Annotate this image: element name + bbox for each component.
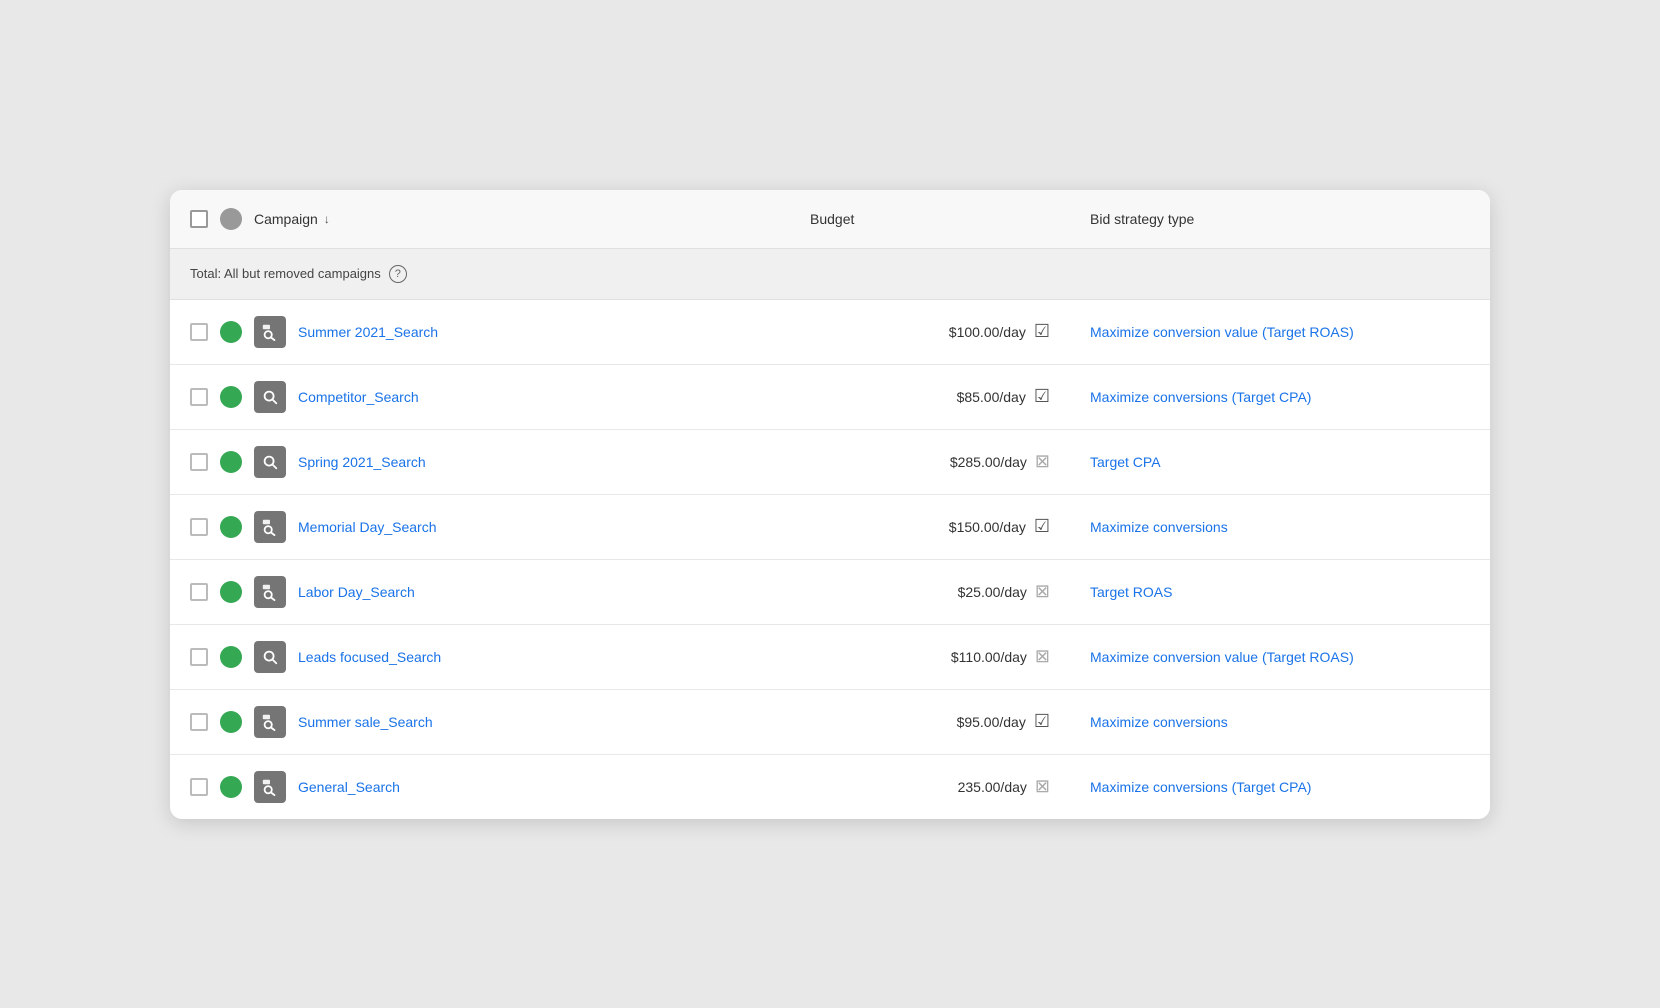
sort-arrow-icon[interactable]: ↓ xyxy=(324,212,330,226)
table-header-row: Campaign ↓ Budget Bid strategy type xyxy=(170,190,1490,249)
table-row: General_Search 235.00/day ⊠ Maximize con… xyxy=(170,754,1490,819)
campaign-name-link-5[interactable]: Leads focused_Search xyxy=(298,649,441,665)
budget-cell-7: 235.00/day ⊠ xyxy=(790,754,1070,819)
budget-envelope-icon-4[interactable]: ⊠ xyxy=(1035,581,1050,602)
campaign-icon xyxy=(254,511,286,543)
bid-strategy-cell-7[interactable]: Maximize conversions (Target CPA) xyxy=(1070,754,1490,819)
campaign-name-link-2[interactable]: Spring 2021_Search xyxy=(298,454,426,470)
status-dot-0 xyxy=(220,321,242,343)
table-row: Memorial Day_Search $150.00/day ☑ Maximi… xyxy=(170,494,1490,559)
campaign-icon xyxy=(254,381,286,413)
budget-amount-1: $85.00/day xyxy=(957,389,1026,405)
budget-cell-6: $95.00/day ☑ xyxy=(790,689,1070,754)
budget-cell-4: $25.00/day ⊠ xyxy=(790,559,1070,624)
bid-strategy-cell-0[interactable]: Maximize conversion value (Target ROAS) xyxy=(1070,299,1490,364)
bid-strategy-header-label: Bid strategy type xyxy=(1090,211,1194,227)
row-checkbox-0[interactable] xyxy=(190,323,208,341)
row-checkbox-5[interactable] xyxy=(190,648,208,666)
select-all-checkbox[interactable] xyxy=(190,210,208,228)
budget-amount-4: $25.00/day xyxy=(958,584,1027,600)
campaign-name-link-7[interactable]: General_Search xyxy=(298,779,400,795)
budget-envelope-icon-6[interactable]: ☑ xyxy=(1034,711,1050,732)
status-dot-5 xyxy=(220,646,242,668)
total-row-label: Total: All but removed campaigns xyxy=(190,266,381,281)
budget-amount-5: $110.00/day xyxy=(951,649,1027,665)
table-row: Labor Day_Search $25.00/day ⊠ Target ROA… xyxy=(170,559,1490,624)
campaign-cell-3: Memorial Day_Search xyxy=(170,494,790,559)
row-checkbox-6[interactable] xyxy=(190,713,208,731)
campaign-icon xyxy=(254,316,286,348)
campaign-header-label[interactable]: Campaign ↓ xyxy=(254,211,330,227)
status-filter-dot[interactable] xyxy=(220,208,242,230)
campaign-name-link-0[interactable]: Summer 2021_Search xyxy=(298,324,438,340)
campaign-icon xyxy=(254,576,286,608)
campaign-icon xyxy=(254,706,286,738)
campaign-cell-0: Summer 2021_Search xyxy=(170,299,790,364)
bid-strategy-column-header: Bid strategy type xyxy=(1070,190,1490,249)
campaign-name-link-4[interactable]: Labor Day_Search xyxy=(298,584,415,600)
status-dot-1 xyxy=(220,386,242,408)
campaign-icon xyxy=(254,771,286,803)
budget-amount-2: $285.00/day xyxy=(950,454,1027,470)
budget-envelope-icon-5[interactable]: ⊠ xyxy=(1035,646,1050,667)
budget-cell-3: $150.00/day ☑ xyxy=(790,494,1070,559)
campaign-column-header: Campaign ↓ xyxy=(170,190,790,249)
budget-cell-5: $110.00/day ⊠ xyxy=(790,624,1070,689)
campaign-name-link-1[interactable]: Competitor_Search xyxy=(298,389,419,405)
campaign-cell-1: Competitor_Search xyxy=(170,364,790,429)
budget-header-label: Budget xyxy=(810,211,854,227)
bid-strategy-cell-3[interactable]: Maximize conversions xyxy=(1070,494,1490,559)
total-row-cell: Total: All but removed campaigns ? xyxy=(170,248,1490,299)
row-checkbox-2[interactable] xyxy=(190,453,208,471)
status-dot-7 xyxy=(220,776,242,798)
bid-strategy-cell-1[interactable]: Maximize conversions (Target CPA) xyxy=(1070,364,1490,429)
bid-strategy-cell-4[interactable]: Target ROAS xyxy=(1070,559,1490,624)
budget-amount-0: $100.00/day xyxy=(949,324,1026,340)
budget-envelope-icon-3[interactable]: ☑ xyxy=(1034,516,1050,537)
row-checkbox-4[interactable] xyxy=(190,583,208,601)
budget-envelope-icon-7[interactable]: ⊠ xyxy=(1035,776,1050,797)
help-icon[interactable]: ? xyxy=(389,265,407,283)
table-row: Summer 2021_Search $100.00/day ☑ Maximiz… xyxy=(170,299,1490,364)
budget-envelope-icon-2[interactable]: ⊠ xyxy=(1035,451,1050,472)
campaign-cell-2: Spring 2021_Search xyxy=(170,429,790,494)
bid-strategy-cell-2[interactable]: Target CPA xyxy=(1070,429,1490,494)
table-row: Spring 2021_Search $285.00/day ⊠ Target … xyxy=(170,429,1490,494)
table-row: Leads focused_Search $110.00/day ⊠ Maxim… xyxy=(170,624,1490,689)
status-dot-2 xyxy=(220,451,242,473)
budget-column-header: Budget xyxy=(790,190,1070,249)
budget-cell-2: $285.00/day ⊠ xyxy=(790,429,1070,494)
budget-cell-0: $100.00/day ☑ xyxy=(790,299,1070,364)
campaign-cell-6: Summer sale_Search xyxy=(170,689,790,754)
campaign-icon xyxy=(254,641,286,673)
row-checkbox-3[interactable] xyxy=(190,518,208,536)
budget-amount-7: 235.00/day xyxy=(958,779,1027,795)
campaign-cell-4: Labor Day_Search xyxy=(170,559,790,624)
campaign-label-text: Campaign xyxy=(254,211,318,227)
budget-amount-6: $95.00/day xyxy=(957,714,1026,730)
campaign-cell-5: Leads focused_Search xyxy=(170,624,790,689)
row-checkbox-1[interactable] xyxy=(190,388,208,406)
campaign-icon xyxy=(254,446,286,478)
campaign-name-link-3[interactable]: Memorial Day_Search xyxy=(298,519,437,535)
status-dot-3 xyxy=(220,516,242,538)
budget-envelope-icon-1[interactable]: ☑ xyxy=(1034,386,1050,407)
status-dot-4 xyxy=(220,581,242,603)
bid-strategy-cell-6[interactable]: Maximize conversions xyxy=(1070,689,1490,754)
budget-amount-3: $150.00/day xyxy=(949,519,1026,535)
campaign-name-link-6[interactable]: Summer sale_Search xyxy=(298,714,433,730)
budget-cell-1: $85.00/day ☑ xyxy=(790,364,1070,429)
total-row: Total: All but removed campaigns ? xyxy=(170,248,1490,299)
table-row: Summer sale_Search $95.00/day ☑ Maximize… xyxy=(170,689,1490,754)
bid-strategy-cell-5[interactable]: Maximize conversion value (Target ROAS) xyxy=(1070,624,1490,689)
campaigns-table-container: Campaign ↓ Budget Bid strategy type xyxy=(170,190,1490,819)
row-checkbox-7[interactable] xyxy=(190,778,208,796)
status-dot-6 xyxy=(220,711,242,733)
budget-envelope-icon-0[interactable]: ☑ xyxy=(1034,321,1050,342)
table-row: Competitor_Search $85.00/day ☑ Maximize … xyxy=(170,364,1490,429)
campaign-cell-7: General_Search xyxy=(170,754,790,819)
campaigns-table: Campaign ↓ Budget Bid strategy type xyxy=(170,190,1490,819)
